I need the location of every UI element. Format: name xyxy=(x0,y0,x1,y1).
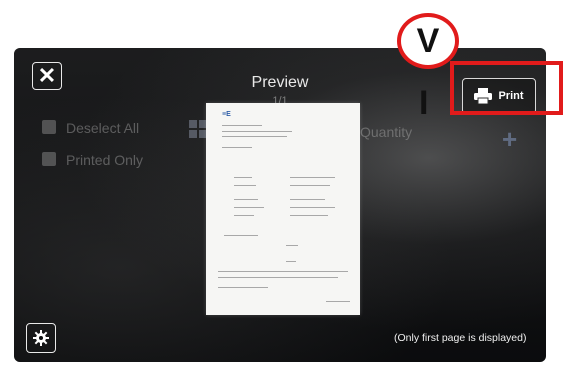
printed-only-label[interactable]: Printed Only xyxy=(66,152,143,168)
annotation-numeral: I xyxy=(419,84,429,122)
document-text-line xyxy=(224,235,258,236)
annotation-letter: V xyxy=(416,22,440,60)
document-text-line xyxy=(234,185,256,186)
plus-icon[interactable]: + xyxy=(502,124,517,155)
document-text-line xyxy=(222,136,287,137)
document-text-line xyxy=(234,177,252,178)
gear-icon xyxy=(33,330,49,346)
quantity-label: Quantity xyxy=(360,124,413,140)
document-text-line xyxy=(234,199,258,200)
deselect-all-checkbox[interactable] xyxy=(42,120,56,134)
thumbnail-grid-icon[interactable] xyxy=(189,120,207,138)
document-text-line xyxy=(290,199,325,200)
printed-only-checkbox[interactable] xyxy=(42,152,56,166)
print-button-highlight xyxy=(450,61,563,115)
document-text-line xyxy=(290,185,330,186)
document-text-line xyxy=(234,215,254,216)
document-logo: ≡E xyxy=(222,111,231,118)
settings-button[interactable] xyxy=(26,323,56,353)
deselect-all-label[interactable]: Deselect All xyxy=(66,120,139,136)
document-text-line xyxy=(326,301,350,302)
document-text-line xyxy=(222,125,262,126)
first-page-note: (Only first page is displayed) xyxy=(394,332,527,344)
document-text-line xyxy=(290,215,328,216)
document-text-line xyxy=(290,207,335,208)
document-text-line xyxy=(222,147,252,148)
document-preview-page: ≡E xyxy=(206,103,360,315)
document-text-line xyxy=(218,287,268,288)
document-text-line xyxy=(218,271,348,272)
document-text-line xyxy=(222,131,292,132)
document-text-line xyxy=(286,245,298,246)
document-text-line xyxy=(286,261,296,262)
document-text-line xyxy=(218,277,338,278)
document-text-line xyxy=(234,207,264,208)
document-text-line xyxy=(290,177,335,178)
